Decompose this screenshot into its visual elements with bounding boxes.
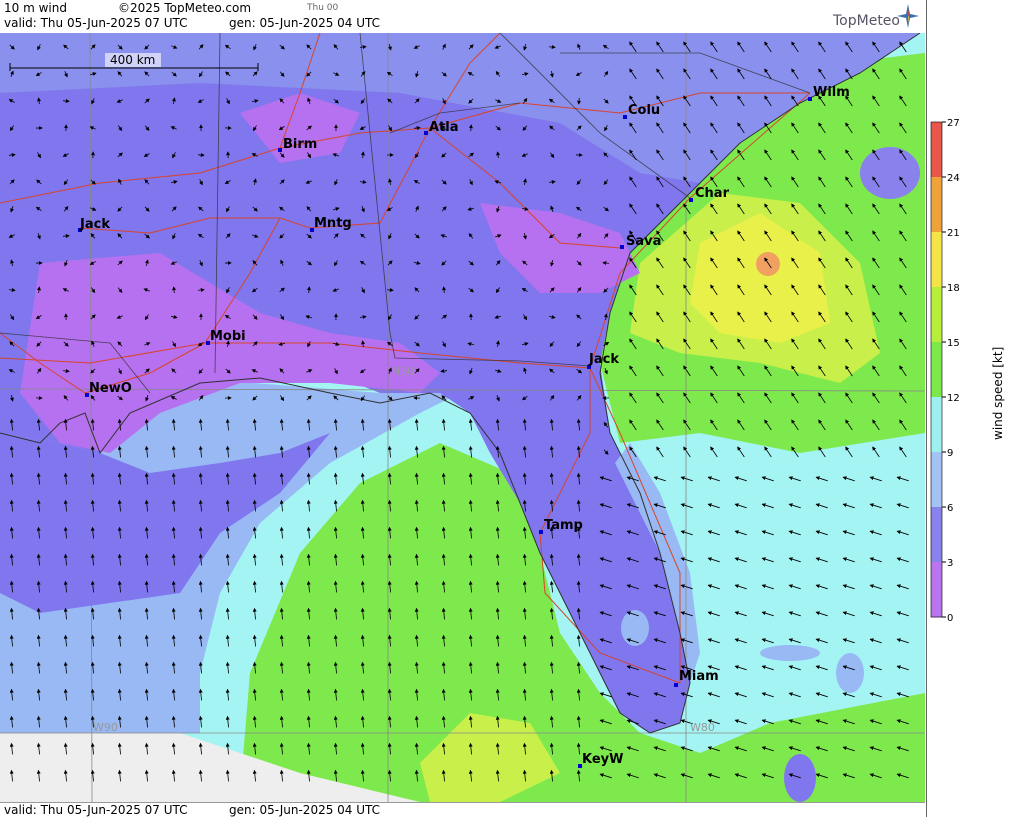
colorbar-segment — [931, 452, 942, 508]
compass-star-icon — [897, 4, 919, 28]
colorbar-tick-label: 9 — [947, 448, 953, 459]
colorbar-tick-label: 24 — [947, 173, 960, 184]
colorbar-segment — [931, 122, 942, 178]
colorbar-segment — [931, 232, 942, 288]
product-title: 10 m wind — [4, 1, 67, 15]
colorbar-segment — [931, 287, 942, 343]
colorbar-segment — [931, 342, 942, 398]
header-bar: 10 m wind ©2025 TopMeteo.com Thu 00 vali… — [0, 0, 925, 34]
wind-arrow — [579, 98, 580, 104]
colorbar-tick-label: 0 — [947, 613, 953, 624]
city-mntg: Mntg — [314, 216, 352, 231]
city-char: Char — [695, 186, 730, 201]
footer-bar: valid: Thu 05-Jun-2025 07 UTC gen: 05-Ju… — [0, 802, 925, 818]
colorbar-segment — [931, 562, 942, 618]
wind-speed-colorbar — [931, 122, 942, 618]
wind-arrow — [309, 287, 310, 293]
colorbar-segment — [931, 177, 942, 233]
colorbar-ticks: 27 24 21 18 15 12 9 6 3 0 — [942, 118, 960, 624]
run-label: Thu 00 — [307, 3, 338, 13]
colorbar-segment — [931, 507, 942, 563]
wind-arrow — [363, 152, 364, 158]
generated-time: gen: 05-Jun-2025 04 UTC — [229, 16, 380, 30]
city-atla: Atla — [429, 120, 459, 135]
colorbar-tick-label: 3 — [947, 558, 953, 569]
legend-title: wind speed [kt] — [991, 347, 1005, 440]
grid-label-w90: W90 — [93, 721, 118, 734]
city-jackson: Jack — [79, 217, 110, 232]
colorbar-tick-label: 27 — [947, 118, 960, 129]
city-birm: Birm — [283, 137, 317, 152]
wind-arrow — [387, 290, 393, 291]
city-miam: Miam — [679, 669, 719, 684]
copyright: ©2025 TopMeteo.com — [118, 1, 251, 15]
grid-label-n30: N30 — [392, 365, 414, 378]
topmeteo-logo: TopMeteo — [833, 13, 900, 29]
wind-map[interactable]: N30 W90 W80 400 km Birm Atla Colu Wilm C… — [0, 33, 925, 802]
legend-panel: 27 24 21 18 15 12 9 6 3 0 wind speed [kt] — [926, 0, 1017, 817]
city-mobi: Mobi — [210, 329, 246, 344]
colorbar-tick-label: 18 — [947, 283, 960, 294]
wind-arrow — [198, 290, 204, 291]
city-jacksonville: Jack — [588, 352, 619, 367]
city-colu: Colu — [628, 103, 660, 118]
grid-label-w80: W80 — [690, 721, 715, 734]
city-wilm: Wilm — [813, 85, 850, 100]
city-newo: NewO — [89, 381, 132, 396]
wind-arrow — [549, 47, 555, 48]
city-keyw: KeyW — [582, 752, 623, 767]
city-tamp: Tamp — [544, 518, 583, 533]
city-sava: Sava — [626, 234, 661, 249]
svg-text:400 km: 400 km — [110, 53, 155, 67]
colorbar-tick-label: 21 — [947, 228, 960, 239]
footer-generated-time: gen: 05-Jun-2025 04 UTC — [229, 803, 380, 817]
colorbar-tick-label: 15 — [947, 338, 960, 349]
footer-valid-time: valid: Thu 05-Jun-2025 07 UTC — [4, 803, 188, 817]
colorbar-segment — [931, 397, 942, 453]
colorbar-tick-label: 6 — [947, 503, 953, 514]
valid-time: valid: Thu 05-Jun-2025 07 UTC — [4, 16, 188, 30]
colorbar-tick-label: 12 — [947, 393, 960, 404]
